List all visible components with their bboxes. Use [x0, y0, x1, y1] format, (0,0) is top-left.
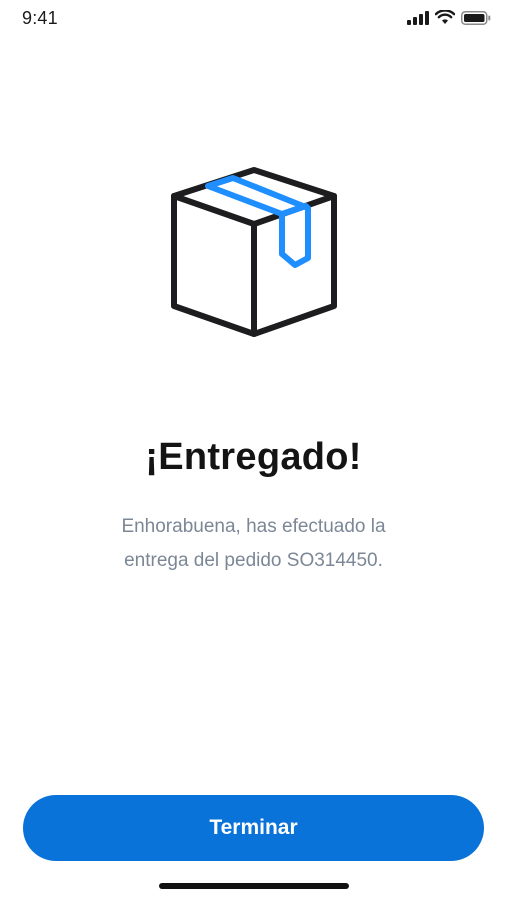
status-time: 9:41	[22, 8, 58, 28]
home-indicator	[159, 883, 349, 889]
package-box-icon	[168, 166, 340, 342]
battery-icon	[461, 10, 491, 25]
message-line-2: entrega del pedido SO314450.	[124, 550, 383, 571]
signal-icon	[407, 10, 429, 25]
finish-button[interactable]: Terminar	[23, 795, 484, 861]
wifi-icon	[435, 10, 455, 25]
status-bar: 9:41	[0, 0, 507, 40]
page-title: ¡Entregado!	[145, 436, 362, 478]
message-line-1: Enhorabuena, has efectuado la	[121, 516, 386, 537]
status-icons	[407, 10, 491, 25]
confirmation-message: Enhorabuena, has efectuado la entrega de…	[60, 510, 447, 578]
